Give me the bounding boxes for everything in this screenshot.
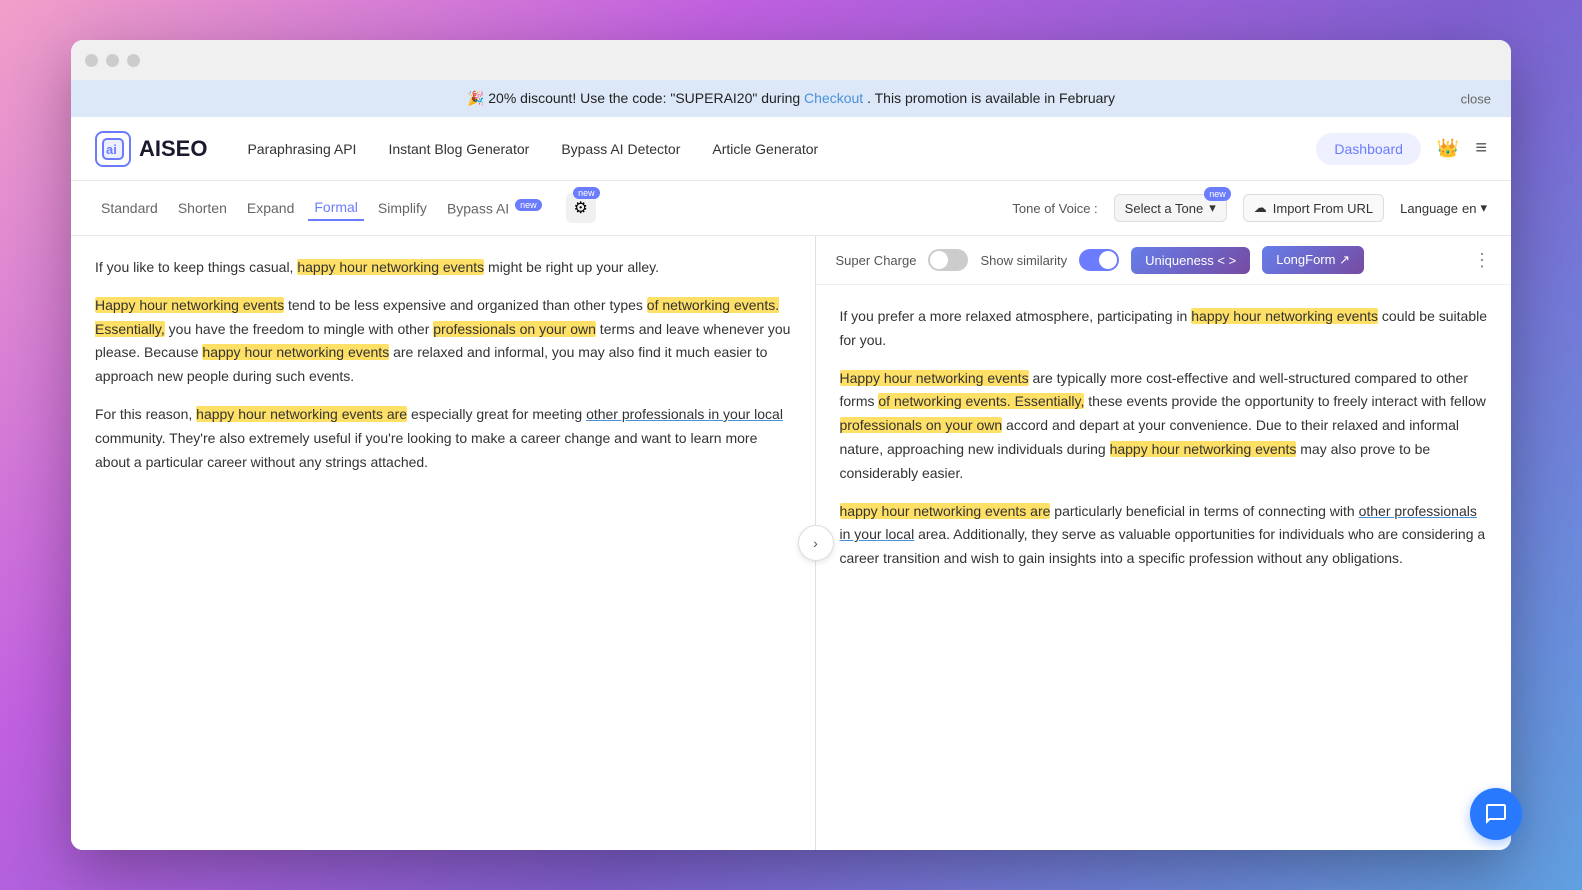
tone-new-badge: new xyxy=(1204,187,1231,201)
navbar: ai AISEO Paraphrasing API Instant Blog G… xyxy=(71,117,1511,181)
uniqueness-button[interactable]: Uniqueness < > xyxy=(1131,247,1250,274)
svg-text:ai: ai xyxy=(106,142,117,157)
banner-text: 20% discount! Use the code: "SUPERAI20" … xyxy=(488,90,804,106)
right-highlight-5: happy hour networking events xyxy=(1110,441,1297,457)
right-paragraph-2: Happy hour networking events are typical… xyxy=(840,367,1488,486)
left-paragraph-3: For this reason, happy hour networking e… xyxy=(95,403,791,474)
left-highlight-2: Happy hour networking events xyxy=(95,297,284,313)
left-highlight-5: happy hour networking events xyxy=(202,344,389,360)
nav-link-paraphrasing[interactable]: Paraphrasing API xyxy=(247,141,356,157)
right-highlight-4: professionals on your own xyxy=(840,417,1003,433)
panel-arrow-button[interactable]: › xyxy=(798,525,834,561)
more-options-icon[interactable]: ⋮ xyxy=(1473,250,1491,271)
tab-standard[interactable]: Standard xyxy=(95,196,164,220)
output-panel: Super Charge Show similarity Uniqueness … xyxy=(816,236,1512,850)
right-highlight-6: happy hour networking events are xyxy=(840,503,1051,519)
super-charge-label: Super Charge xyxy=(836,253,917,268)
logo-text: AISEO xyxy=(139,136,207,162)
settings-new-badge: new xyxy=(573,187,600,199)
cloud-upload-icon: ☁ xyxy=(1254,200,1267,216)
output-toolbar: Super Charge Show similarity Uniqueness … xyxy=(816,236,1512,285)
tab-simplify[interactable]: Simplify xyxy=(372,196,433,220)
left-highlight-7: other professionals in your local xyxy=(586,406,783,422)
nav-right: Dashboard 👑 ≡ xyxy=(1316,133,1487,165)
longform-button[interactable]: LongForm ↗ xyxy=(1262,246,1364,274)
nav-link-article[interactable]: Article Generator xyxy=(712,141,818,157)
panels-container: If you like to keep things casual, happy… xyxy=(71,236,1511,850)
banner-emoji: 🎉 xyxy=(467,90,484,106)
show-similarity-toggle[interactable] xyxy=(1079,249,1119,271)
tone-dropdown[interactable]: Select a Tone ▾ new xyxy=(1114,194,1227,222)
right-paragraph-1: If you prefer a more relaxed atmosphere,… xyxy=(840,305,1488,353)
logo-icon: ai xyxy=(95,131,131,167)
tab-formal[interactable]: Formal xyxy=(308,195,364,221)
promo-banner: 🎉 20% discount! Use the code: "SUPERAI20… xyxy=(71,80,1511,117)
output-content: If you prefer a more relaxed atmosphere,… xyxy=(816,285,1512,850)
tone-voice-label: Tone of Voice : xyxy=(1012,201,1097,216)
titlebar-dot-yellow xyxy=(106,54,119,67)
checkout-link[interactable]: Checkout xyxy=(804,90,863,106)
paraphrase-tabs: Standard Shorten Expand Formal Simplify … xyxy=(95,193,596,223)
nav-link-bypass[interactable]: Bypass AI Detector xyxy=(561,141,680,157)
editor-toolbar: Standard Shorten Expand Formal Simplify … xyxy=(71,181,1511,236)
settings-icon[interactable]: ⚙ new xyxy=(566,193,596,223)
import-from-url-button[interactable]: ☁ Import From URL xyxy=(1243,194,1384,222)
right-highlight-3: of networking events. Essentially, xyxy=(878,393,1084,409)
similarity-toggle-knob xyxy=(1099,251,1117,269)
left-highlight-1: happy hour networking events xyxy=(297,259,484,275)
chat-button[interactable] xyxy=(1470,788,1522,840)
tab-expand[interactable]: Expand xyxy=(241,196,300,220)
logo: ai AISEO xyxy=(95,131,207,167)
language-selector[interactable]: Language en ▾ xyxy=(1400,200,1487,216)
right-highlight-2: Happy hour networking events xyxy=(840,370,1029,386)
left-highlight-4: professionals on your own xyxy=(433,321,596,337)
titlebar-dot-red xyxy=(85,54,98,67)
show-similarity-label: Show similarity xyxy=(980,253,1067,268)
banner-close-button[interactable]: close xyxy=(1461,91,1491,106)
titlebar xyxy=(71,40,1511,80)
main-content: Standard Shorten Expand Formal Simplify … xyxy=(71,181,1511,850)
tab-bypass-ai[interactable]: Bypass AI new xyxy=(441,196,548,221)
banner-text2: . This promotion is available in Februar… xyxy=(867,90,1115,106)
dashboard-button[interactable]: Dashboard xyxy=(1316,133,1421,165)
bypass-new-badge: new xyxy=(515,199,542,211)
input-panel[interactable]: If you like to keep things casual, happy… xyxy=(71,236,816,850)
right-highlight-1: happy hour networking events xyxy=(1191,308,1378,324)
right-paragraph-3: happy hour networking events are particu… xyxy=(840,500,1488,571)
super-charge-toggle[interactable] xyxy=(928,249,968,271)
nav-links: Paraphrasing API Instant Blog Generator … xyxy=(247,141,1316,157)
crown-icon: 👑 xyxy=(1437,138,1459,159)
hamburger-menu-icon[interactable]: ≡ xyxy=(1475,137,1487,160)
toolbar-right: Tone of Voice : Select a Tone ▾ new ☁ Im… xyxy=(1012,194,1487,222)
nav-link-blog[interactable]: Instant Blog Generator xyxy=(388,141,529,157)
titlebar-dot-green xyxy=(127,54,140,67)
toggle-knob xyxy=(930,251,948,269)
left-highlight-6: happy hour networking events are xyxy=(196,406,407,422)
left-paragraph-2: Happy hour networking events tend to be … xyxy=(95,294,791,389)
tab-shorten[interactable]: Shorten xyxy=(172,196,233,220)
left-paragraph-1: If you like to keep things casual, happy… xyxy=(95,256,791,280)
